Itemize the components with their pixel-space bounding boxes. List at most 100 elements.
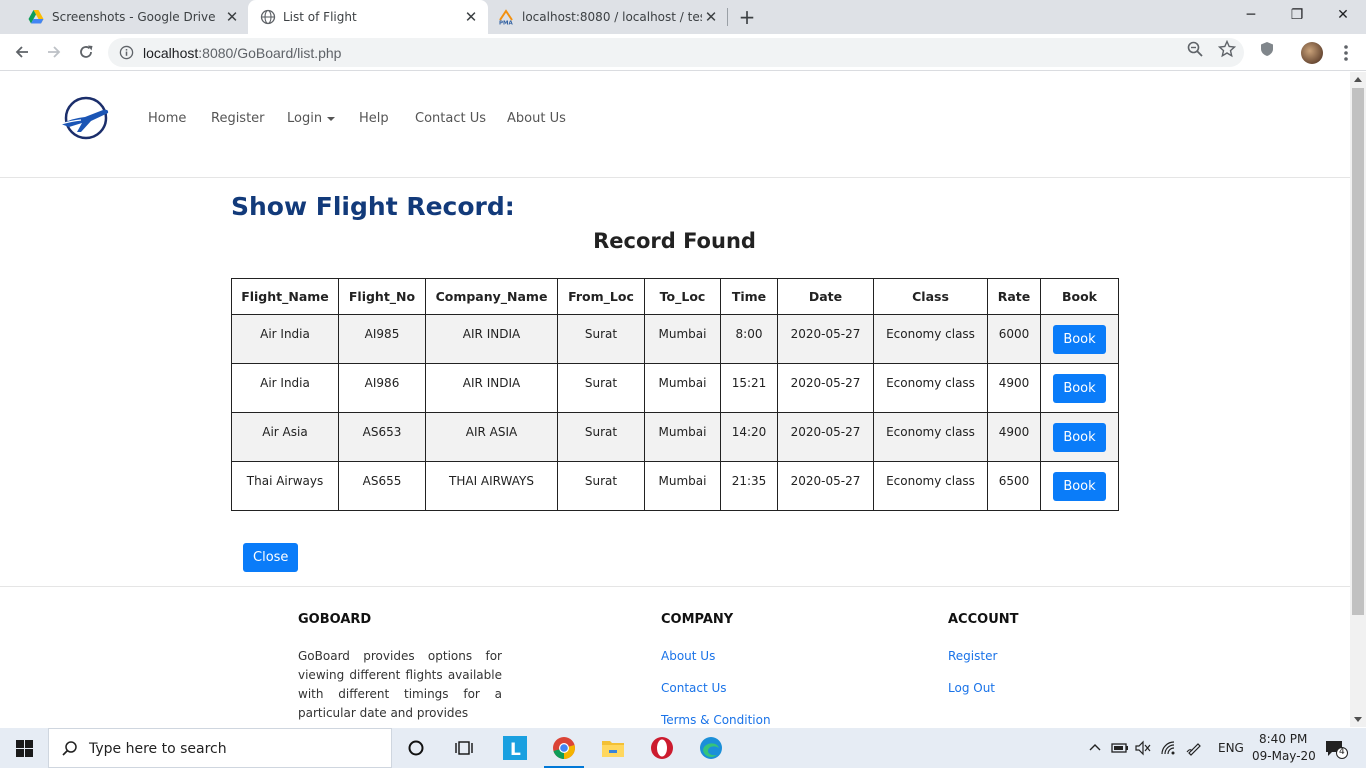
nav-contact-us[interactable]: Contact Us xyxy=(415,111,486,126)
cell-class: Economy class xyxy=(873,412,988,462)
volume-muted-icon[interactable] xyxy=(1135,740,1151,756)
notification-icon[interactable]: 4 xyxy=(1324,739,1348,759)
footer-link-about-us[interactable]: About Us xyxy=(661,649,715,663)
menu-dots-icon[interactable] xyxy=(1337,42,1355,64)
chrome-icon[interactable] xyxy=(540,728,588,768)
nav-about-us[interactable]: About Us xyxy=(507,111,566,126)
cell-flight-name: Air India xyxy=(231,363,339,413)
tab-strip: Screenshots - Google Drive ✕ List of Fli… xyxy=(0,0,1366,34)
extension-shield-icon[interactable] xyxy=(1258,40,1276,58)
close-button[interactable]: Close xyxy=(243,543,299,572)
cell-flight-name: Air India xyxy=(231,314,339,364)
scrollbar-thumb[interactable] xyxy=(1352,88,1364,615)
cell-from-loc: Surat xyxy=(557,314,645,364)
book-button[interactable]: Book xyxy=(1053,422,1106,452)
cell-to-loc: Mumbai xyxy=(644,314,721,364)
scroll-down-icon[interactable] xyxy=(1354,717,1362,722)
pen-icon[interactable] xyxy=(1186,740,1202,756)
google-drive-icon xyxy=(28,9,44,25)
clock-date[interactable]: 09-May-20 xyxy=(1252,749,1316,763)
nav-home[interactable]: Home xyxy=(148,111,186,126)
page-scrollbar[interactable] xyxy=(1350,72,1366,727)
windows-taskbar: Type here to search L ENG 8:40 PM 09-May… xyxy=(0,728,1366,768)
cell-from-loc: Surat xyxy=(557,363,645,413)
book-button[interactable]: Book xyxy=(1053,324,1106,354)
cortana-icon[interactable] xyxy=(392,728,440,768)
language-indicator[interactable]: ENG xyxy=(1218,741,1244,755)
reload-icon[interactable] xyxy=(74,40,98,64)
restore-button[interactable]: ❐ xyxy=(1274,0,1320,30)
cell-flight-name: Air Asia xyxy=(231,412,339,462)
tab-phpmyadmin[interactable]: PMA localhost:8080 / localhost / test_c … xyxy=(488,0,728,34)
cell-time: 21:35 xyxy=(720,461,778,511)
cell-rate: 6000 xyxy=(987,314,1041,364)
cell-rate: 4900 xyxy=(987,363,1041,413)
file-explorer-icon[interactable] xyxy=(589,728,637,768)
column-header: From_Loc xyxy=(557,278,645,315)
caret-down-icon xyxy=(327,116,336,121)
cell-flight-no: AS653 xyxy=(338,412,426,462)
clock-time[interactable]: 8:40 PM xyxy=(1259,732,1307,746)
battery-icon[interactable] xyxy=(1111,740,1128,756)
footer-link-terms[interactable]: Terms & Condition xyxy=(661,713,771,727)
svg-text:PMA: PMA xyxy=(499,21,514,26)
close-tab-icon[interactable]: ✕ xyxy=(703,9,719,25)
nav-register[interactable]: Register xyxy=(211,111,265,126)
cell-time: 8:00 xyxy=(720,314,778,364)
tab-title: localhost:8080 / localhost / test_c xyxy=(522,10,702,24)
footer-link-register[interactable]: Register xyxy=(948,649,997,663)
profile-avatar[interactable] xyxy=(1301,42,1323,64)
edge-icon[interactable] xyxy=(687,728,735,768)
cell-time: 15:21 xyxy=(720,363,778,413)
app-l-icon[interactable]: L xyxy=(491,728,539,768)
column-header: Flight_Name xyxy=(231,278,339,315)
cell-rate: 6500 xyxy=(987,461,1041,511)
address-bar[interactable]: localhost:8080/GoBoard/list.php xyxy=(108,38,1244,67)
tab-google-drive[interactable]: Screenshots - Google Drive ✕ xyxy=(8,0,248,34)
footer-link-contact-us[interactable]: Contact Us xyxy=(661,681,727,695)
table-row: Air India AI986 AIR INDIA Surat Mumbai 1… xyxy=(231,363,1119,413)
column-header: Company_Name xyxy=(425,278,558,315)
cell-book: Book xyxy=(1040,412,1119,462)
footer-goboard-text: GoBoard provides options for viewing dif… xyxy=(298,649,502,720)
url-path: :8080/GoBoard/list.php xyxy=(198,45,342,61)
site-navbar: Home Register Login Help Contact Us Abou… xyxy=(0,72,1350,178)
task-view-icon[interactable] xyxy=(440,728,488,768)
minimize-button[interactable]: ─ xyxy=(1228,0,1274,30)
nav-login-dropdown[interactable]: Login xyxy=(287,111,336,126)
footer-link-log-out[interactable]: Log Out xyxy=(948,681,995,695)
cell-flight-no: AS655 xyxy=(338,461,426,511)
cell-to-loc: Mumbai xyxy=(644,412,721,462)
info-icon[interactable] xyxy=(119,45,134,60)
cell-class: Economy class xyxy=(873,363,988,413)
windows-start-icon[interactable] xyxy=(0,728,48,768)
chevron-up-icon[interactable] xyxy=(1087,740,1103,756)
opera-icon[interactable] xyxy=(638,728,686,768)
footer-goboard-title: GOBOARD xyxy=(298,612,372,627)
search-icon xyxy=(61,740,79,758)
new-tab-button[interactable]: + xyxy=(737,7,757,27)
browser-toolbar: localhost:8080/GoBoard/list.php xyxy=(0,34,1366,71)
forward-arrow-icon[interactable] xyxy=(42,40,66,64)
nav-help[interactable]: Help xyxy=(359,111,389,126)
close-tab-icon[interactable]: ✕ xyxy=(224,9,240,25)
tab-list-of-flight[interactable]: List of Flight ✕ xyxy=(248,0,488,34)
table-row: Air Asia AS653 AIR ASIA Surat Mumbai 14:… xyxy=(231,412,1119,462)
close-window-button[interactable]: ✕ xyxy=(1320,0,1366,30)
cell-date: 2020-05-27 xyxy=(777,461,874,511)
zoom-icon[interactable] xyxy=(1186,40,1204,58)
scroll-up-icon[interactable] xyxy=(1354,77,1362,82)
svg-text:L: L xyxy=(510,740,521,760)
back-arrow-icon[interactable] xyxy=(10,40,34,64)
nav-login-label: Login xyxy=(287,111,323,126)
close-tab-icon[interactable]: ✕ xyxy=(463,9,479,25)
wifi-icon[interactable] xyxy=(1160,740,1176,756)
page-viewport: Home Register Login Help Contact Us Abou… xyxy=(0,72,1350,727)
notification-count: 4 xyxy=(1339,747,1345,757)
column-header: Rate xyxy=(987,278,1041,315)
book-button[interactable]: Book xyxy=(1053,471,1106,501)
book-button[interactable]: Book xyxy=(1053,373,1106,403)
taskbar-search-box[interactable]: Type here to search xyxy=(48,728,392,768)
bookmark-star-icon[interactable] xyxy=(1218,40,1236,58)
plane-logo-icon[interactable] xyxy=(59,94,111,140)
